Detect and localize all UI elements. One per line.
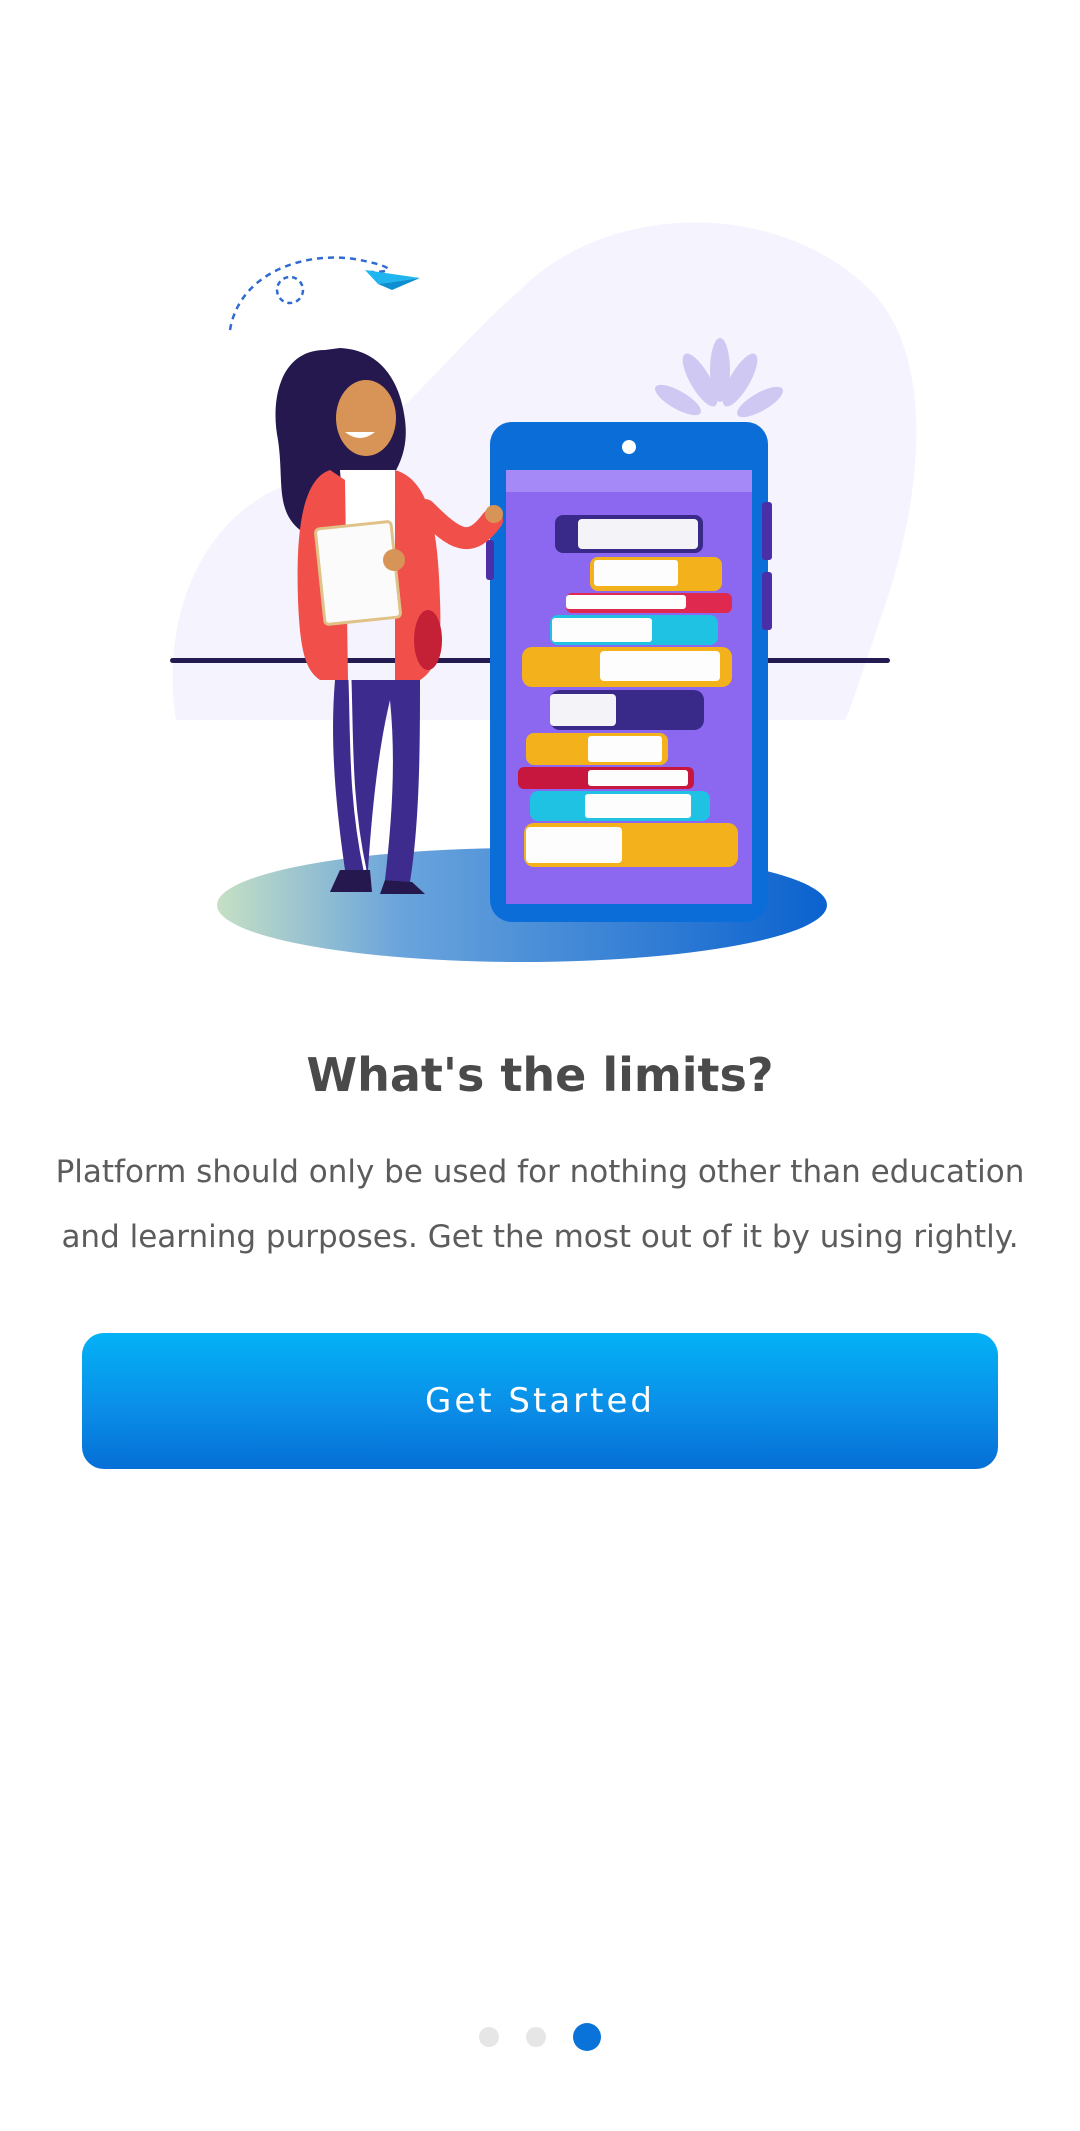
page-indicator-dot-2[interactable] — [526, 2027, 546, 2047]
onboarding-title: What's the limits? — [306, 1048, 774, 1102]
paper-plane-icon — [228, 256, 420, 331]
page-indicator-dot-3-active[interactable] — [573, 2023, 601, 2051]
onboarding-description: Platform should only be used for nothing… — [55, 1154, 1025, 1255]
pagination-dots — [0, 2022, 1080, 2052]
phone-with-books-icon — [486, 422, 772, 922]
onboarding-illustration — [170, 222, 917, 962]
get-started-button[interactable]: Get Started — [82, 1333, 998, 1469]
page-indicator-dot-1[interactable] — [479, 2027, 499, 2047]
